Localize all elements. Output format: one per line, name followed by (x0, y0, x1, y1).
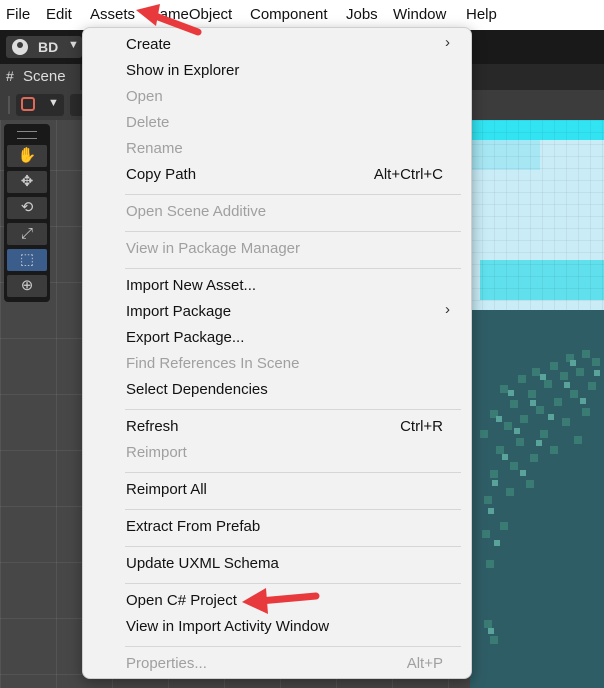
menu-item-open[interactable]: Open (126, 88, 163, 106)
menu-item-open-scene-additive[interactable]: Open Scene Additive (126, 203, 266, 221)
annotation-arrow-icon (242, 588, 320, 614)
menu-item-properties[interactable]: Properties... (126, 655, 207, 673)
menu-item-refresh[interactable]: Refresh (126, 418, 179, 436)
menu-separator (125, 472, 461, 473)
menu-item-find-references[interactable]: Find References In Scene (126, 355, 299, 373)
menu-component[interactable]: Component (250, 6, 328, 24)
menu-item-view-in-package-manager[interactable]: View in Package Manager (126, 240, 300, 258)
annotation-arrow-icon (136, 4, 202, 36)
shortcut-copy-path: Alt+Ctrl+C (373, 166, 443, 183)
account-label: BD (38, 39, 59, 55)
menu-edit[interactable]: Edit (46, 6, 72, 24)
menu-item-import-package[interactable]: Import Package (126, 303, 231, 321)
chevron-down-icon: ▼ (68, 39, 79, 51)
menu-item-show-in-explorer[interactable]: Show in Explorer (126, 62, 239, 80)
grid-icon: # (6, 68, 14, 84)
tab-scene[interactable]: # Scene (0, 64, 80, 90)
menu-separator (125, 268, 461, 269)
submenu-arrow-icon: › (445, 301, 450, 318)
menu-item-copy-path[interactable]: Copy Path (126, 166, 196, 184)
account-icon (12, 39, 28, 55)
assets-menu: Create › Show in Explorer Open Delete Re… (82, 27, 472, 679)
menu-item-open-csharp-project[interactable]: Open C# Project (126, 592, 237, 610)
menu-item-rename[interactable]: Rename (126, 140, 183, 158)
menu-item-extract-from-prefab[interactable]: Extract From Prefab (126, 518, 260, 536)
transform-tool-icon[interactable]: ⊕ (7, 275, 47, 297)
menu-window[interactable]: Window (393, 6, 446, 24)
menu-item-select-dependencies[interactable]: Select Dependencies (126, 381, 268, 399)
move-tool-icon[interactable]: ✥ (7, 171, 47, 193)
menu-item-update-uxml-schema[interactable]: Update UXML Schema (126, 555, 279, 573)
gizmo-dropdown[interactable]: ▼ (16, 94, 64, 116)
submenu-arrow-icon: › (445, 34, 450, 51)
menu-separator (125, 194, 461, 195)
toolbar-separator (8, 96, 10, 114)
menu-file[interactable]: File (6, 6, 30, 24)
menu-item-import-new-asset[interactable]: Import New Asset... (126, 277, 256, 295)
gizmo-icon (21, 97, 35, 111)
shortcut-refresh: Ctrl+R (400, 418, 443, 435)
menu-separator (125, 509, 461, 510)
menu-item-delete[interactable]: Delete (126, 114, 169, 132)
menu-separator (125, 231, 461, 232)
menu-separator (125, 646, 461, 647)
rect-tool-icon[interactable]: ⬚ (7, 249, 47, 271)
menu-bar: File Edit Assets GameObject Component Jo… (0, 0, 604, 30)
menu-item-view-in-import-activity[interactable]: View in Import Activity Window (126, 618, 329, 636)
chevron-down-icon: ▼ (48, 97, 59, 109)
scale-tool-icon[interactable]: ⤢ (7, 223, 47, 245)
tools-overlay: ✋ ✥ ⟲ ⤢ ⬚ ⊕ (4, 124, 50, 302)
menu-item-reimport-all[interactable]: Reimport All (126, 481, 207, 499)
rotate-tool-icon[interactable]: ⟲ (7, 197, 47, 219)
hand-tool-icon[interactable]: ✋ (7, 145, 47, 167)
menu-item-export-package[interactable]: Export Package... (126, 329, 244, 347)
menu-jobs[interactable]: Jobs (346, 6, 378, 24)
menu-separator (125, 409, 461, 410)
scene-game-view (470, 120, 604, 688)
tab-scene-label: Scene (23, 68, 66, 85)
menu-help[interactable]: Help (466, 6, 497, 24)
foliage-tiles (470, 335, 604, 688)
shortcut-properties: Alt+P (406, 655, 443, 672)
menu-assets[interactable]: Assets (90, 6, 135, 24)
menu-item-reimport[interactable]: Reimport (126, 444, 187, 462)
account-dropdown[interactable]: BD ▼ (6, 36, 82, 58)
menu-separator (125, 546, 461, 547)
drag-handle[interactable] (17, 131, 37, 139)
